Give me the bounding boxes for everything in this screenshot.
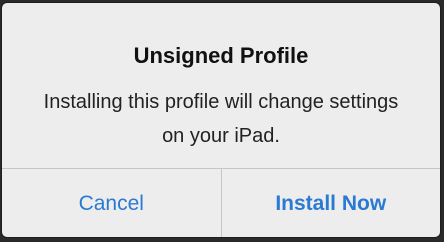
install-now-button[interactable]: Install Now bbox=[222, 169, 441, 237]
alert-title: Unsigned Profile bbox=[133, 43, 309, 68]
alert-dialog: Unsigned Profile Installing this profile… bbox=[1, 2, 441, 238]
alert-content: Unsigned Profile Installing this profile… bbox=[2, 3, 440, 168]
alert-message: Installing this profile will change sett… bbox=[43, 91, 399, 147]
cancel-button[interactable]: Cancel bbox=[2, 169, 221, 237]
alert-button-bar: Cancel Install Now bbox=[2, 169, 441, 237]
